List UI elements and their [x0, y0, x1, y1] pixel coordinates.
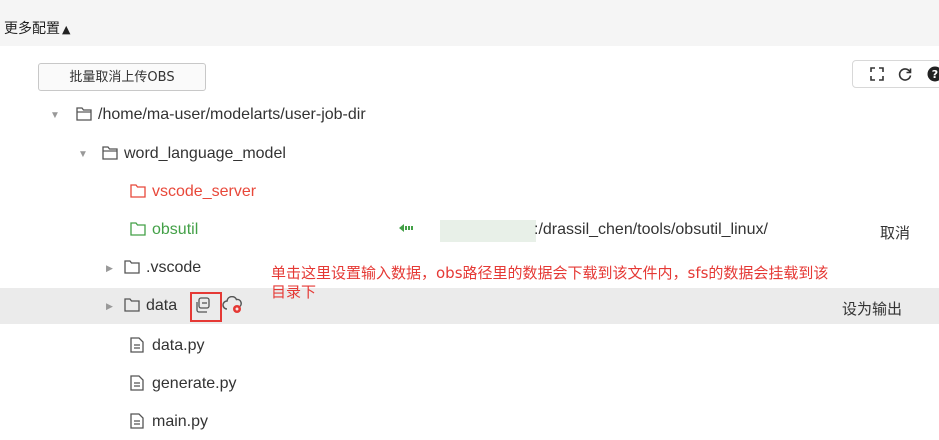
tree-node-label: word_language_model	[124, 145, 286, 163]
folder-open-icon	[76, 107, 92, 121]
folder-icon	[130, 222, 146, 236]
tree-node-label: .vscode	[146, 259, 201, 277]
caret-up-icon: ▲	[62, 23, 70, 36]
annotation-text: 单击这里设置输入数据，obs路径里的数据会下载到该文件内，sfs的数据会挂载到该…	[271, 264, 831, 302]
batch-cancel-upload-button[interactable]: 批量取消上传OBS	[38, 63, 206, 91]
expand-arrow-icon[interactable]: ▼	[50, 110, 60, 121]
svg-text:?: ?	[932, 68, 938, 81]
folder-open-icon	[102, 146, 118, 160]
annotation-highlight-box	[190, 292, 222, 322]
more-config-toggle[interactable]: 更多配置▲	[4, 18, 70, 38]
masked-obs-prefix	[440, 220, 536, 242]
help-icon[interactable]: ?	[927, 66, 939, 82]
more-config-header: 更多配置▲	[0, 0, 939, 46]
more-config-title: 更多配置	[4, 21, 60, 37]
tree-node-model-folder[interactable]: ▼ word_language_model	[0, 136, 939, 172]
tree-node-label: generate.py	[152, 375, 237, 393]
input-arrow-icon	[398, 221, 416, 235]
collapse-arrow-icon[interactable]: ▶	[106, 263, 113, 274]
refresh-icon[interactable]	[897, 66, 913, 82]
tree-node-label: obsutil	[152, 221, 198, 239]
tree-node-root[interactable]: ▼ /home/ma-user/modelarts/user-job-dir	[0, 97, 939, 133]
cancel-input-button[interactable]: 取消	[880, 222, 910, 243]
tree-node-label: vscode_server	[152, 183, 256, 201]
folder-icon	[124, 260, 140, 274]
tree-node-obsutil[interactable]: obsutil :/drassil_chen/tools/obsutil_lin…	[0, 212, 939, 248]
tree-node-generate-py[interactable]: generate.py	[0, 366, 939, 402]
file-icon	[130, 413, 144, 429]
fullscreen-icon[interactable]	[869, 66, 885, 82]
folder-icon	[130, 184, 146, 198]
file-icon	[130, 375, 144, 391]
set-as-output-button[interactable]: 设为输出	[842, 298, 902, 319]
expand-arrow-icon[interactable]: ▼	[78, 149, 88, 160]
mount-sfs-icon[interactable]	[222, 296, 244, 314]
obs-path-text: :/drassil_chen/tools/obsutil_linux/	[534, 221, 768, 239]
tree-node-vscode-server[interactable]: vscode_server	[0, 174, 939, 210]
folder-icon	[124, 298, 140, 312]
collapse-arrow-icon[interactable]: ▶	[106, 301, 113, 312]
tree-node-label: data	[146, 297, 177, 315]
tree-node-data-py[interactable]: data.py	[0, 328, 939, 364]
tree-node-main-py[interactable]: main.py	[0, 404, 939, 440]
tree-node-label: /home/ma-user/modelarts/user-job-dir	[98, 106, 366, 124]
tree-toolbar: ?	[852, 60, 939, 88]
file-icon	[130, 337, 144, 353]
tree-node-label: data.py	[152, 337, 204, 355]
tree-node-label: main.py	[152, 413, 208, 431]
